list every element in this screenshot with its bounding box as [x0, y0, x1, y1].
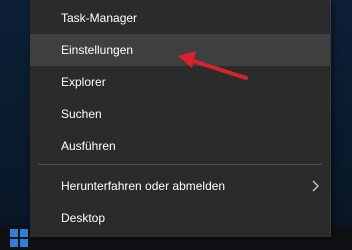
menu-item-desktop[interactable]: Desktop [30, 202, 330, 234]
power-user-menu: Task-Manager Einstellungen Explorer Such… [30, 0, 331, 237]
menu-item-search[interactable]: Suchen [30, 98, 330, 130]
windows-logo-icon [10, 229, 18, 237]
start-button[interactable] [10, 229, 28, 247]
chevron-right-icon [312, 180, 319, 192]
menu-item-settings[interactable]: Einstellungen [30, 34, 330, 66]
menu-item-shutdown-signout[interactable]: Herunterfahren oder abmelden [30, 170, 330, 202]
menu-item-label: Herunterfahren oder abmelden [61, 179, 226, 193]
menu-item-task-manager[interactable]: Task-Manager [30, 2, 330, 34]
menu-item-explorer[interactable]: Explorer [30, 66, 330, 98]
menu-item-run[interactable]: Ausführen [30, 130, 330, 162]
menu-separator [38, 164, 322, 165]
